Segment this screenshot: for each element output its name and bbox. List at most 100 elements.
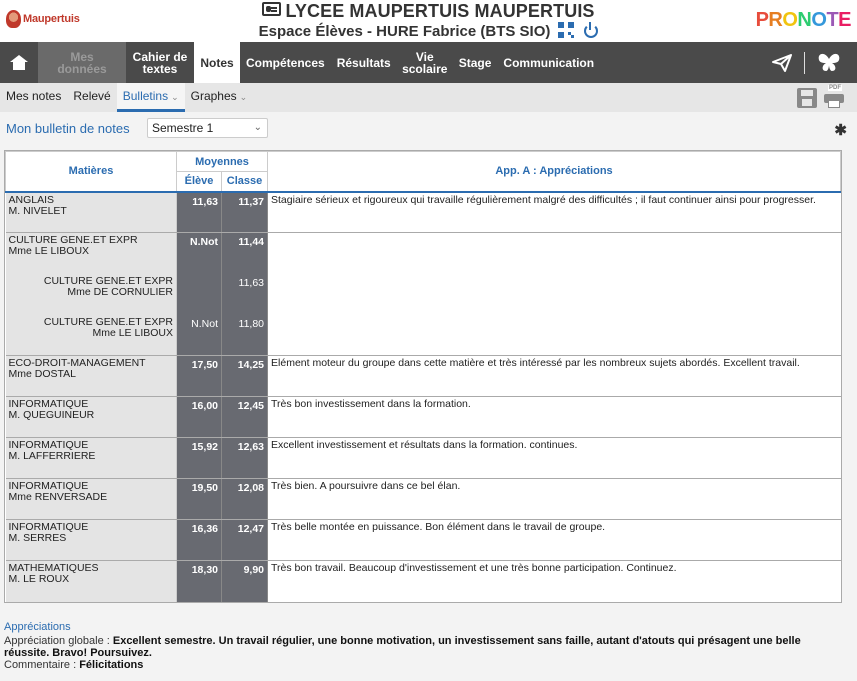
top-header: Maupertuis LYCEE MAUPERTUIS MAUPERTUIS E… <box>0 0 857 42</box>
subject-cell: MATHEMATIQUES M. LE ROUX <box>5 560 177 602</box>
table-row: CULTURE GENE.ET EXPR Mme LE LIBOUX N.Not … <box>5 232 841 356</box>
eleve-average: 17,50 <box>176 355 222 397</box>
appreciation-text: Excellent investissement et résultats da… <box>267 437 841 479</box>
classe-average: 9,90 <box>221 560 269 602</box>
subject-name: ANGLAIS <box>8 193 55 206</box>
subject-cell: INFORMATIQUE M. QUEGUINEUR <box>5 396 177 438</box>
tab-graphes[interactable]: Graphes ⌄ <box>185 83 254 112</box>
classe-average: 11,37 <box>221 191 269 233</box>
brand-letter: O <box>782 9 798 31</box>
qr-code-icon[interactable] <box>558 22 575 38</box>
send-icon[interactable] <box>772 53 792 72</box>
appreciation-text: Très bon travail. Beaucoup d'investissem… <box>271 562 677 574</box>
classe-average: 11,63 <box>221 273 269 315</box>
tab-graphes-label: Graphes <box>190 89 237 103</box>
page-title: Mon bulletin de notes <box>6 121 130 136</box>
teacher-name: M. SERRES <box>8 532 67 544</box>
tab-releve[interactable]: Relevé <box>67 83 116 112</box>
nav-home[interactable] <box>0 42 38 83</box>
nav-right-icons <box>772 42 857 83</box>
subject-name: CULTURE GENE.ET EXPR <box>43 274 173 287</box>
eleve-average: 15,92 <box>176 437 222 479</box>
subject-cell: INFORMATIQUE Mme RENVERSADE <box>5 478 177 520</box>
teacher-name: Mme DE CORNULIER <box>67 285 173 298</box>
col-header-appreciations: App. A : Appréciations <box>267 151 841 193</box>
nav-cahier-de-textes[interactable]: Cahier de textes <box>126 42 194 83</box>
teacher-name: Mme RENVERSADE <box>8 491 108 503</box>
tab-bulletins[interactable]: Bulletins ⌄ <box>116 83 185 112</box>
appreciation-text: Elément moteur du groupe dans cette mati… <box>267 355 841 397</box>
pdf-badge: PDF <box>828 84 842 91</box>
table-row: INFORMATIQUE M. LAFFERRIERE 15,92 12,63 E… <box>5 437 841 479</box>
nav-mes-donnees[interactable]: Mes données <box>38 42 126 83</box>
table-row: INFORMATIQUE Mme RENVERSADE 19,50 12,08 T… <box>5 478 841 520</box>
appreciations-section: Appréciations Appréciation globale : Exc… <box>4 621 844 671</box>
subject-cell: INFORMATIQUE M. LAFFERRIERE <box>5 437 177 479</box>
appreciation-text: Très bien. A poursuivre dans ce bel élan… <box>267 478 841 520</box>
espace-label: Espace Élèves - HURE Fabrice (BTS SIO) <box>258 23 551 40</box>
subject-cell: INFORMATIQUE M. SERRES <box>5 519 177 561</box>
subject-name: CULTURE GENE.ET EXPR <box>43 315 173 328</box>
teacher-name: Mme DOSTAL <box>8 368 76 380</box>
tab-mes-notes[interactable]: Mes notes <box>0 83 67 112</box>
eleve-average <box>176 273 222 315</box>
appreciation-text <box>267 232 841 356</box>
nav-vie-scolaire[interactable]: Vie scolaire <box>397 42 453 83</box>
espace-line: Espace Élèves - HURE Fabrice (BTS SIO) <box>0 22 857 40</box>
nav-resultats[interactable]: Résultats <box>331 42 397 83</box>
grades-table: Matières Moyennes App. A : Appréciations… <box>5 151 841 602</box>
table-row: ECO-DROIT-MANAGEMENT Mme DOSTAL 17,50 14,… <box>5 355 841 397</box>
teacher-name: Mme LE LIBOUX <box>8 245 90 257</box>
comment-line: Commentaire : Félicitations <box>4 659 844 671</box>
subject-cell: ECO-DROIT-MANAGEMENT Mme DOSTAL <box>5 355 177 397</box>
subject-cell: CULTURE GENE.ET EXPR Mme LE LIBOUX <box>5 314 177 356</box>
appreciations-title: Appréciations <box>4 621 71 633</box>
brand-letter: O <box>811 9 827 31</box>
school-name: LYCEE MAUPERTUIS MAUPERTUIS <box>285 1 595 21</box>
classe-average: 11,80 <box>221 314 269 356</box>
print-pdf-icon[interactable]: PDF <box>823 84 845 108</box>
eleve-average: 19,50 <box>176 478 222 520</box>
classe-average: 12,45 <box>221 396 269 438</box>
classe-average: 14,25 <box>221 355 269 397</box>
brand-letter: E <box>838 9 851 31</box>
eleve-average: 11,63 <box>176 191 222 233</box>
main-nav: Mes données Cahier de textes Notes Compé… <box>0 42 857 83</box>
appreciation-text: Très belle montée en puissance. Bon élém… <box>267 519 841 561</box>
subject-cell: CULTURE GENE.ET EXPR Mme LE LIBOUX <box>5 232 177 274</box>
eleve-average: N.Not <box>176 314 222 356</box>
eleve-average: 16,36 <box>176 519 222 561</box>
eleve-average: 18,30 <box>176 560 222 602</box>
eleve-average: N.Not <box>176 232 222 274</box>
home-icon <box>10 55 28 70</box>
table-row: MATHEMATIQUES M. LE ROUX 18,30 9,90 Très … <box>5 560 841 602</box>
subject-cell: ANGLAIS M. NIVELET <box>5 191 177 233</box>
chevron-down-icon: ⌄ <box>253 122 262 133</box>
bulletin-toolbar: Mon bulletin de notes Semestre 1 ⌄ ✱ <box>0 112 857 144</box>
bulletin-table: Matières Moyennes App. A : Appréciations… <box>4 150 842 603</box>
appreciation-text: Stagiaire sérieux et rigoureux qui trava… <box>267 191 841 233</box>
period-select[interactable]: Semestre 1 ⌄ <box>147 118 268 138</box>
classe-average: 12,63 <box>221 437 269 479</box>
nav-competences[interactable]: Compétences <box>240 42 331 83</box>
nav-communication[interactable]: Communication <box>497 42 600 83</box>
col-header-matieres: Matières <box>5 151 177 193</box>
teacher-name: M. QUEGUINEUR <box>8 409 95 421</box>
chevron-down-icon: ⌄ <box>239 92 248 102</box>
school-title: LYCEE MAUPERTUIS MAUPERTUIS <box>0 1 857 22</box>
classe-average: 12,47 <box>221 519 269 561</box>
nav-divider <box>804 51 805 74</box>
global-appreciation-label: Appréciation globale : <box>4 635 113 647</box>
global-appreciation-text: Excellent semestre. Un travail régulier,… <box>4 635 801 659</box>
power-icon[interactable] <box>584 22 599 38</box>
nav-stage[interactable]: Stage <box>453 42 498 83</box>
brand-letter: T <box>826 9 839 31</box>
nav-notes[interactable]: Notes <box>194 42 240 83</box>
butterfly-icon[interactable] <box>817 53 841 73</box>
settings-asterisk-icon[interactable]: ✱ <box>834 121 847 139</box>
brand-letter: P <box>755 9 769 31</box>
brand-letter: N <box>797 9 812 31</box>
brand-letter: R <box>768 9 783 31</box>
teacher-name: M. NIVELET <box>8 204 67 217</box>
save-icon[interactable] <box>797 87 817 108</box>
